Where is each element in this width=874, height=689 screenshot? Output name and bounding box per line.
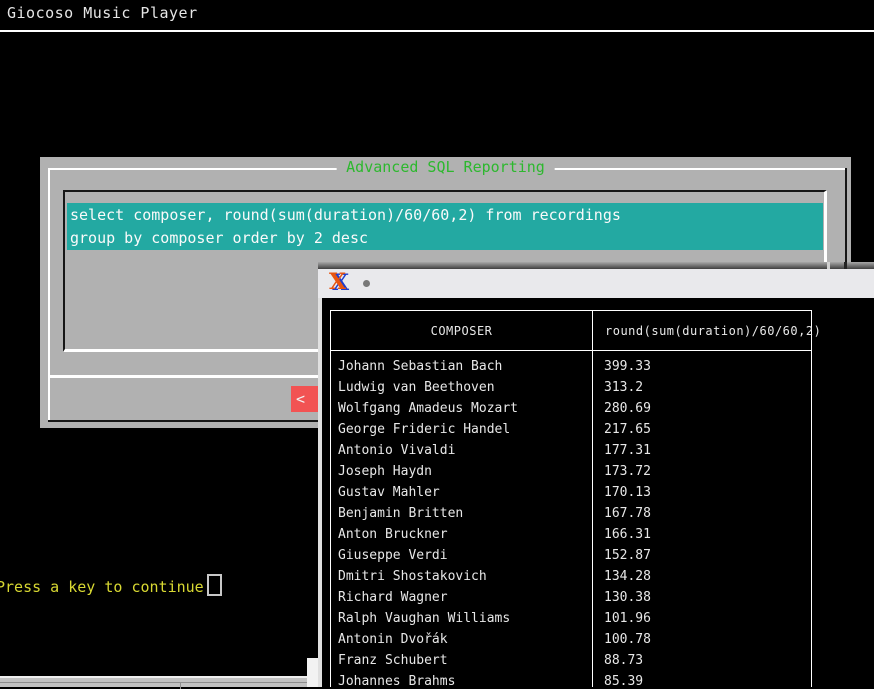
bottom-strip-right-cap	[307, 658, 318, 687]
table-row: Antonio Vivaldi177.31	[331, 440, 812, 461]
composer-cell: Joseph Haydn	[331, 461, 593, 482]
table-row: George Frideric Handel217.65	[331, 419, 812, 440]
results-window-content: COMPOSER round(sum(duration)/60/60,2) Jo…	[318, 298, 874, 687]
titlebar-dot-icon	[363, 280, 370, 287]
header-divider	[0, 30, 874, 32]
hours-cell: 88.73	[593, 650, 812, 671]
sql-line-1: select composer, round(sum(duration)/60/…	[67, 204, 823, 227]
composer-cell: Johann Sebastian Bach	[331, 351, 593, 378]
composer-cell: Wolfgang Amadeus Mozart	[331, 398, 593, 419]
press-key-prompt: Press a key to continue	[0, 574, 222, 596]
hours-cell: 166.31	[593, 524, 812, 545]
composer-cell: George Frideric Handel	[331, 419, 593, 440]
composer-cell: Ludwig van Beethoven	[331, 377, 593, 398]
composer-cell: Anton Bruckner	[331, 524, 593, 545]
table-row: Richard Wagner130.38	[331, 587, 812, 608]
top-edge-tick-dark	[844, 262, 847, 269]
results-window-titlebar[interactable]: XX	[318, 269, 874, 298]
sql-line-2: group by composer order by 2 desc	[67, 227, 823, 250]
table-row: Benjamin Britten167.78	[331, 503, 812, 524]
terminal-cursor	[207, 574, 222, 596]
composer-cell: Antonin Dvořák	[331, 629, 593, 650]
bottom-strip-line	[0, 682, 318, 683]
results-table-body: Johann Sebastian Bach399.33Ludwig van Be…	[331, 351, 812, 688]
table-row: Wolfgang Amadeus Mozart280.69	[331, 398, 812, 419]
composer-cell: Ralph Vaughan Williams	[331, 608, 593, 629]
results-table: COMPOSER round(sum(duration)/60/60,2) Jo…	[330, 310, 812, 687]
composer-cell: Franz Schubert	[331, 650, 593, 671]
sql-query-text[interactable]: select composer, round(sum(duration)/60/…	[67, 203, 823, 250]
results-window: XX COMPOSER round(sum(duration)/60/60,2)…	[318, 262, 874, 687]
table-row: Ralph Vaughan Williams101.96	[331, 608, 812, 629]
composer-cell: Gustav Mahler	[331, 482, 593, 503]
table-row: Ludwig van Beethoven313.2	[331, 377, 812, 398]
table-row: Gustav Mahler170.13	[331, 482, 812, 503]
column-header-round: round(sum(duration)/60/60,2)	[593, 311, 812, 351]
table-row: Johannes Brahms85.39	[331, 671, 812, 687]
composer-cell: Richard Wagner	[331, 587, 593, 608]
background-window-top-edge[interactable]	[0, 676, 318, 687]
table-row: Joseph Haydn173.72	[331, 461, 812, 482]
composer-cell: Giuseppe Verdi	[331, 545, 593, 566]
column-header-composer: COMPOSER	[331, 311, 593, 351]
composer-cell: Antonio Vivaldi	[331, 440, 593, 461]
table-row: Antonin Dvořák100.78	[331, 629, 812, 650]
hours-cell: 170.13	[593, 482, 812, 503]
window-top-edge	[318, 262, 874, 269]
hours-cell: 399.33	[593, 351, 812, 378]
table-row: Johann Sebastian Bach399.33	[331, 351, 812, 378]
hours-cell: 313.2	[593, 377, 812, 398]
dialog-border-left	[48, 168, 50, 422]
bottom-strip-tick	[180, 682, 181, 689]
hours-cell: 167.78	[593, 503, 812, 524]
table-row: Dmitri Shostakovich134.28	[331, 566, 812, 587]
table-row: Anton Bruckner166.31	[331, 524, 812, 545]
hours-cell: 101.96	[593, 608, 812, 629]
top-edge-tick-light	[827, 262, 830, 269]
press-key-text: Press a key to continue	[0, 578, 204, 596]
hours-cell: 177.31	[593, 440, 812, 461]
hours-cell: 85.39	[593, 671, 812, 687]
composer-cell: Johannes Brahms	[331, 671, 593, 687]
x-logo-icon: XX	[329, 271, 353, 295]
dialog-title: Advanced SQL Reporting	[336, 159, 555, 176]
composer-cell: Benjamin Britten	[331, 503, 593, 524]
hours-cell: 217.65	[593, 419, 812, 440]
app-title: Giocoso Music Player	[7, 4, 198, 22]
table-row: Franz Schubert88.73	[331, 650, 812, 671]
hours-cell: 173.72	[593, 461, 812, 482]
hours-cell: 280.69	[593, 398, 812, 419]
hours-cell: 130.38	[593, 587, 812, 608]
composer-cell: Dmitri Shostakovich	[331, 566, 593, 587]
hours-cell: 100.78	[593, 629, 812, 650]
hours-cell: 134.28	[593, 566, 812, 587]
hours-cell: 152.87	[593, 545, 812, 566]
table-row: Giuseppe Verdi152.87	[331, 545, 812, 566]
table-header-row: COMPOSER round(sum(duration)/60/60,2)	[331, 311, 812, 351]
